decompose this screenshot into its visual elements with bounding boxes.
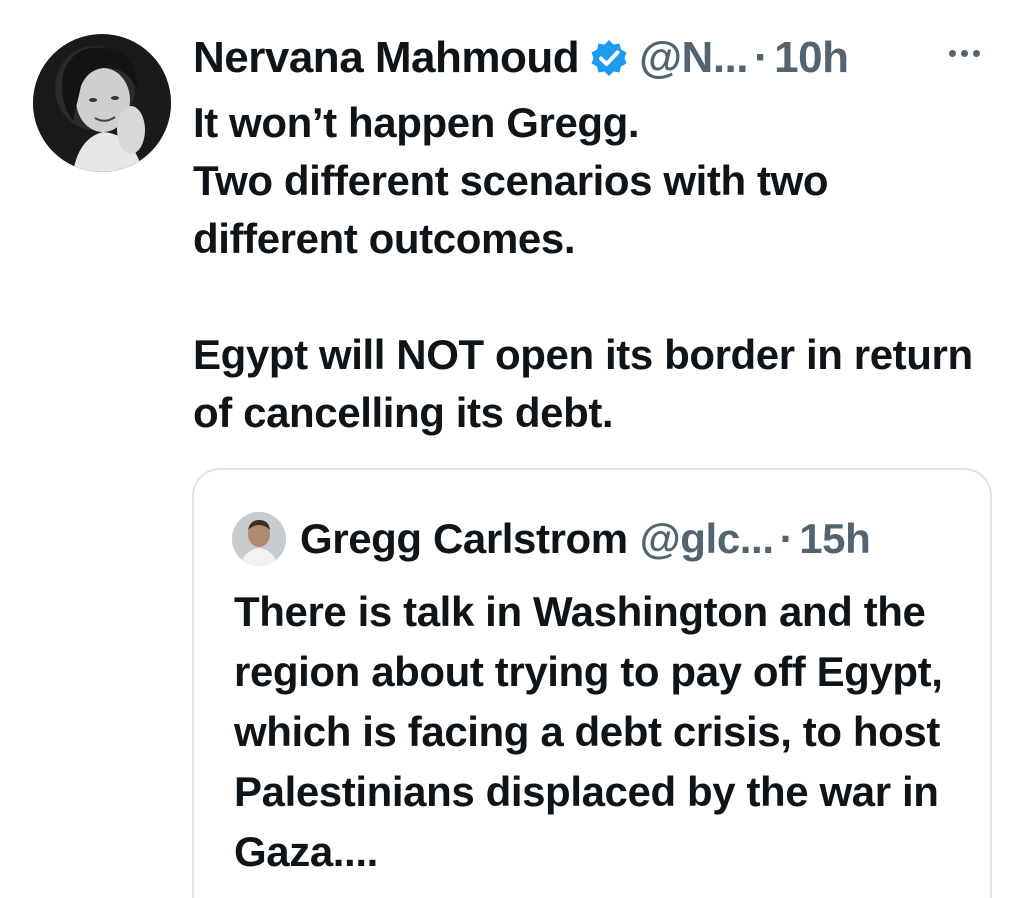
quoted-author-avatar: [232, 512, 286, 566]
author-display-name[interactable]: Nervana Mahmoud: [193, 33, 580, 83]
tweet-text-line: Two different scenarios with two differe…: [193, 157, 829, 262]
author-avatar[interactable]: [33, 34, 171, 172]
tweet-text-line: Egypt will NOT open its border in return…: [193, 331, 973, 436]
author-handle[interactable]: @N...: [639, 33, 748, 83]
quoted-header-separator: ·: [779, 515, 794, 562]
tweet-text: It won’t happen Gregg. Two different sce…: [193, 94, 983, 442]
header-separator: ·: [754, 33, 769, 82]
quoted-author-display-name: Gregg Carlstrom: [300, 515, 628, 562]
quoted-tweet-header: Gregg Carlstrom @glc... · 15h: [232, 512, 871, 566]
quoted-tweet-timestamp: 15h: [799, 515, 871, 562]
quoted-tweet-text: There is talk in Washington and the regi…: [234, 582, 964, 882]
tweet-card[interactable]: Nervana Mahmoud @N... · 10h It won’t hap…: [0, 0, 1024, 898]
quoted-author-handle: @glc...: [639, 515, 774, 562]
verified-badge-icon: [589, 38, 629, 78]
tweet-text-line: It won’t happen Gregg.: [193, 99, 640, 146]
quoted-tweet-text-content: There is talk in Washington and the regi…: [234, 588, 943, 875]
more-horizontal-icon[interactable]: [943, 44, 986, 63]
avatar-portrait-icon: [33, 34, 171, 172]
avatar-portrait-icon: [232, 512, 286, 566]
tweet-header: Nervana Mahmoud @N... · 10h: [193, 30, 849, 86]
quoted-tweet[interactable]: Gregg Carlstrom @glc... · 15h There is t…: [192, 468, 992, 898]
tweet-timestamp[interactable]: 10h: [774, 33, 849, 83]
